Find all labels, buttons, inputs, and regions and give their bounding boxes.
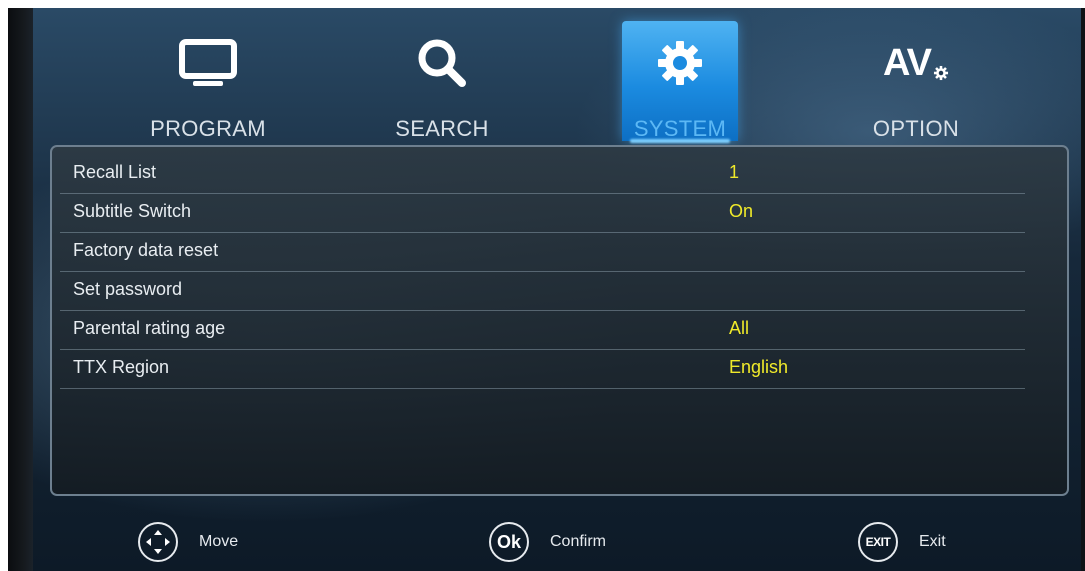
av-icon-text: AV	[883, 41, 932, 84]
setting-row-parental-rating[interactable]: Parental rating age All	[60, 310, 1025, 350]
setting-row-set-password[interactable]: Set password	[60, 271, 1025, 311]
setting-label: Subtitle Switch	[73, 201, 192, 221]
tab-option[interactable]: AV OPTION	[858, 21, 974, 142]
screen-bezel-right	[1081, 8, 1085, 571]
exit-hint: EXIT Exit	[858, 520, 946, 564]
tab-label: SYSTEM	[633, 116, 727, 141]
av-settings-icon: AV	[858, 33, 974, 93]
confirm-label: Confirm	[550, 533, 607, 550]
setting-label: Factory data reset	[73, 240, 219, 260]
exit-icon-text: EXIT	[865, 535, 891, 549]
tv-frame: PROGRAM SEARCH SYSTEM AV OPTION Recall L…	[0, 0, 1085, 571]
setting-value: English	[729, 357, 789, 377]
setting-row-subtitle-switch[interactable]: Subtitle Switch On	[60, 193, 1025, 233]
move-hint: Move	[138, 520, 238, 564]
setting-label: Set password	[73, 279, 183, 299]
tv-icon	[150, 33, 266, 93]
setting-row-factory-reset[interactable]: Factory data reset	[60, 232, 1025, 272]
setting-row-recall-list[interactable]: Recall List 1	[60, 154, 1025, 194]
move-label: Move	[199, 533, 239, 550]
exit-label: Exit	[919, 533, 946, 550]
tab-system[interactable]: SYSTEM	[622, 21, 738, 141]
dpad-icon	[138, 522, 178, 562]
setting-value: On	[729, 201, 754, 221]
setting-value: 1	[729, 162, 740, 182]
setting-row-ttx-region[interactable]: TTX Region English	[60, 349, 1025, 389]
search-icon	[384, 33, 500, 93]
tab-program[interactable]: PROGRAM	[150, 21, 266, 141]
exit-icon: EXIT	[858, 522, 898, 562]
gear-icon	[622, 33, 738, 93]
ok-icon-text: Ok	[496, 531, 521, 552]
screen-bezel	[8, 8, 33, 571]
setting-value: All	[729, 318, 750, 338]
ok-icon: Ok	[489, 522, 529, 562]
confirm-hint: Ok Confirm	[489, 520, 606, 564]
tv-screen: PROGRAM SEARCH SYSTEM AV OPTION Recall L…	[8, 8, 1085, 571]
tab-search[interactable]: SEARCH	[384, 21, 500, 141]
tab-label: OPTION	[872, 116, 960, 141]
tab-label: SEARCH	[395, 116, 489, 141]
setting-label: Recall List	[73, 162, 157, 182]
setting-label: TTX Region	[73, 357, 170, 377]
setting-label: Parental rating age	[73, 318, 226, 338]
tab-label: PROGRAM	[150, 116, 266, 141]
